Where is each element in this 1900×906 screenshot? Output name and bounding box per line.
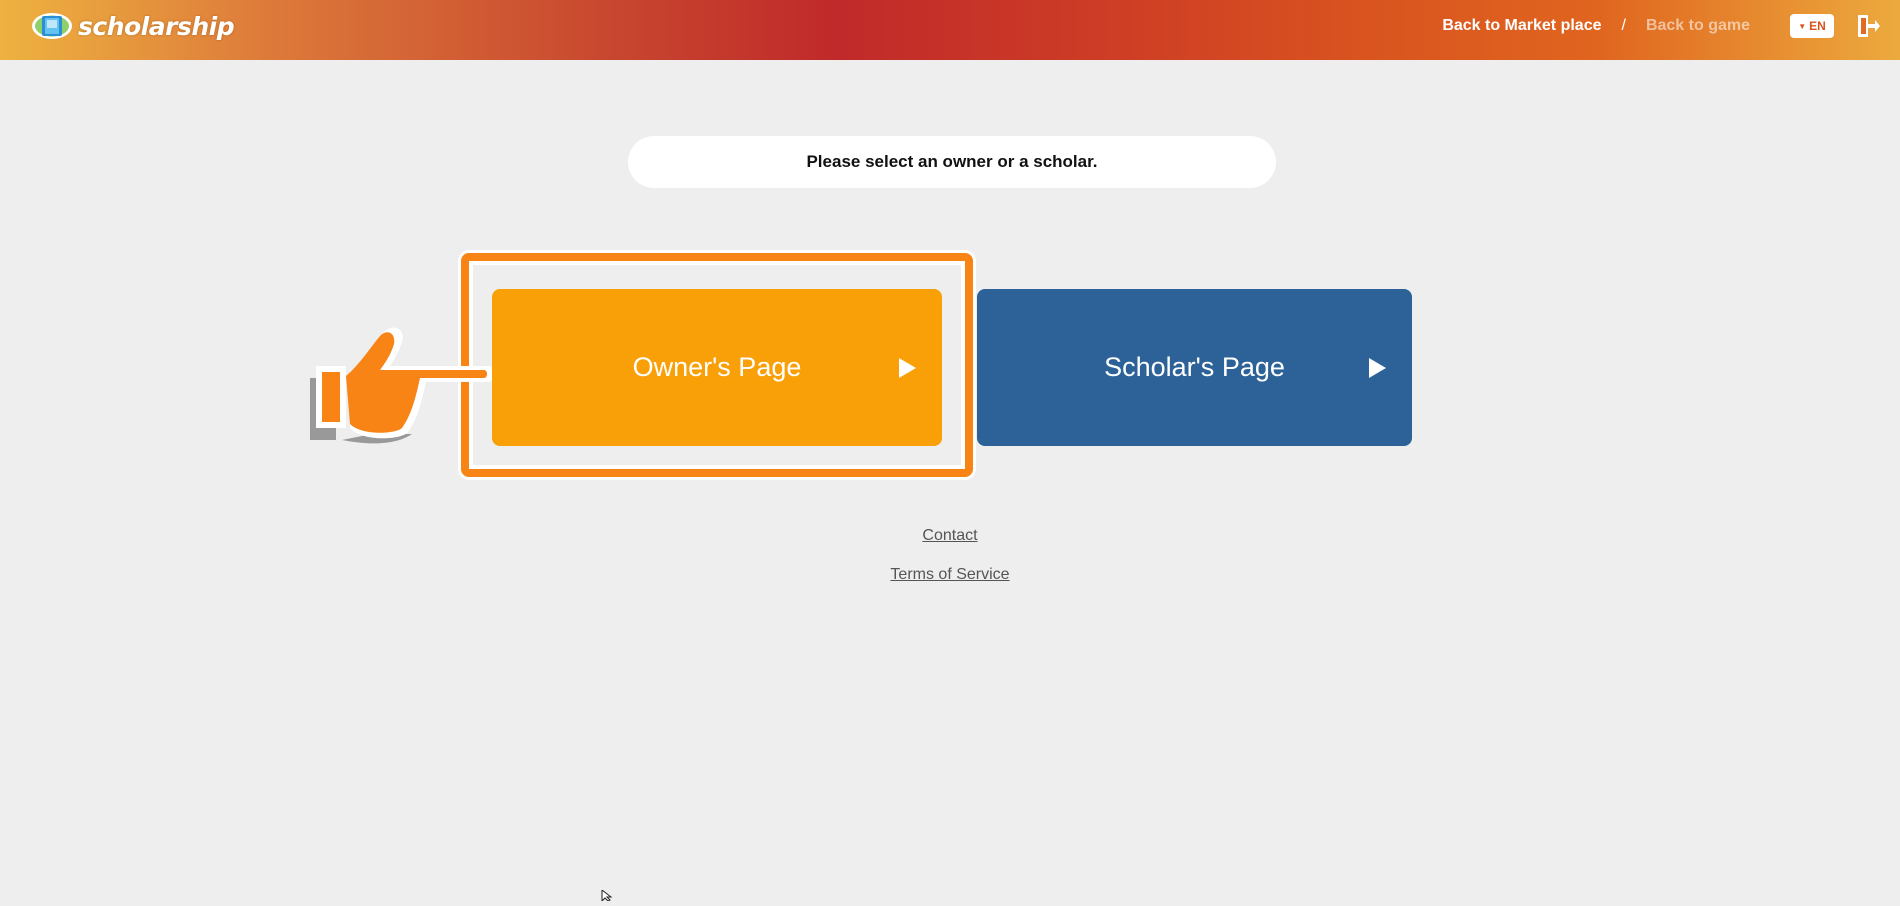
back-to-market-link[interactable]: Back to Market place — [1442, 17, 1601, 35]
pointing-hand-icon — [306, 322, 494, 447]
header-nav: Back to Market place / Back to game ▼ EN — [1442, 0, 1900, 52]
selection-notice: Please select an owner or a scholar. — [628, 136, 1276, 188]
language-selector[interactable]: ▼ EN — [1790, 14, 1834, 38]
scholars-page-button[interactable]: Scholar's Page — [977, 289, 1412, 446]
language-label: EN — [1809, 19, 1826, 33]
play-arrow-icon — [899, 357, 916, 378]
logout-icon[interactable] — [1856, 13, 1880, 39]
contact-link[interactable]: Contact — [0, 526, 1900, 545]
logo-link[interactable]: scholarship — [30, 9, 235, 43]
chevron-down-icon: ▼ — [1798, 21, 1807, 31]
scholars-page-label: Scholar's Page — [1104, 352, 1285, 382]
footer-links: Contact Terms of Service — [0, 526, 1900, 604]
logo-icon — [30, 11, 74, 41]
mouse-cursor-icon — [601, 888, 613, 903]
logo-text: scholarship — [78, 11, 235, 41]
owners-page-label: Owner's Page — [632, 352, 802, 382]
play-arrow-icon — [1369, 357, 1386, 378]
terms-of-service-link[interactable]: Terms of Service — [0, 565, 1900, 584]
nav-separator: / — [1621, 17, 1626, 34]
app-header: scholarship Back to Market place / Back … — [0, 0, 1900, 60]
back-to-game-link[interactable]: Back to game — [1646, 17, 1750, 35]
owners-page-button[interactable]: Owner's Page — [492, 289, 942, 446]
